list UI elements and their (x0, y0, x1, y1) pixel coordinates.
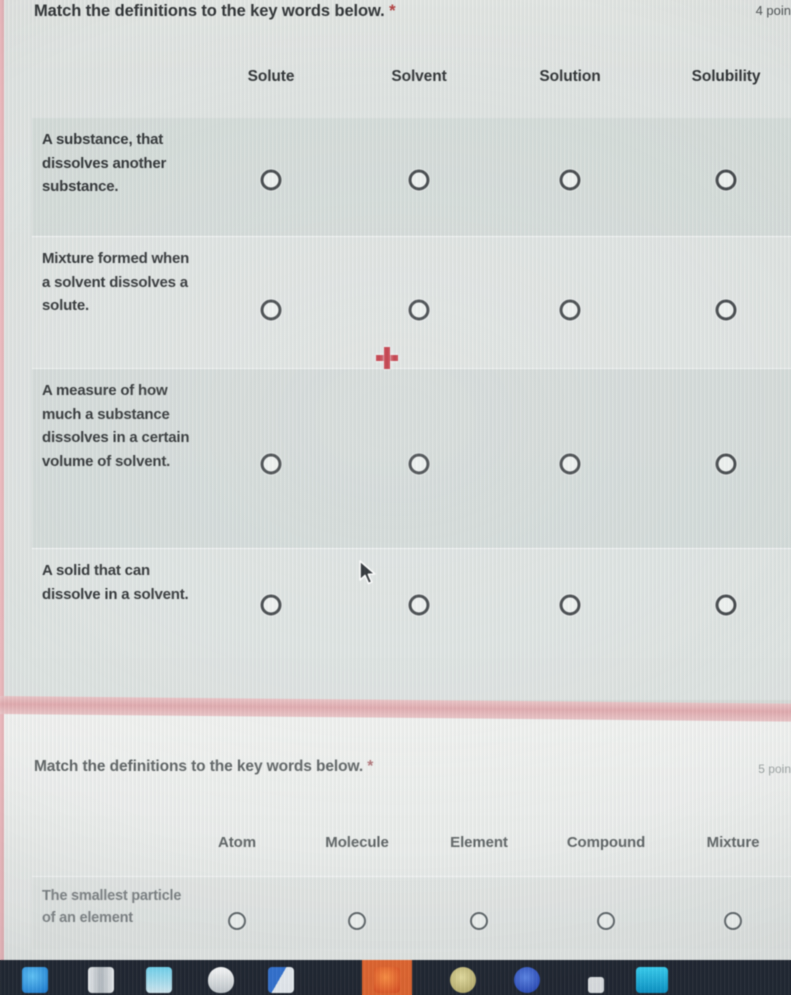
radio-row3-solute[interactable] (260, 453, 282, 475)
taskbar-icon-4[interactable] (208, 967, 234, 993)
taskbar-icon-1[interactable] (22, 967, 48, 993)
taskbar-icon-8[interactable] (514, 967, 540, 993)
radio-row2-solvent[interactable] (408, 299, 430, 321)
radio-q2row1-element[interactable] (470, 912, 488, 930)
taskbar-icon-2[interactable] (88, 967, 114, 993)
radio-row1-solvent[interactable] (408, 169, 430, 191)
question-2-column-headers: Atom Molecule Element Compound Mixture (4, 834, 791, 864)
taskbar-icon-6-active[interactable] (374, 967, 400, 993)
table-row: A substance, that dissolves another subs… (32, 118, 791, 236)
taskbar-icon-9[interactable] (588, 977, 604, 993)
radio-row3-solution[interactable] (559, 453, 581, 475)
taskbar-icon-10[interactable] (636, 967, 668, 993)
table-row: A solid that can dissolve in a solvent. (32, 548, 791, 658)
column-header-molecule: Molecule (325, 834, 389, 851)
column-header-solution: Solution (539, 68, 601, 85)
question-1-matrix: A substance, that dissolves another subs… (32, 118, 791, 658)
radio-q2row1-mixture[interactable] (724, 912, 742, 930)
radio-row2-solute[interactable] (260, 299, 282, 321)
radio-row4-solvent[interactable] (408, 594, 430, 616)
column-header-compound: Compound (566, 834, 646, 851)
column-header-solubility: Solubility (691, 68, 761, 85)
question-1-column-headers: Solute Solvent Solution Solubility (4, 68, 791, 102)
question-2-matrix: The smallest particle of an element (32, 876, 791, 949)
radio-q2row1-compound[interactable] (597, 912, 615, 930)
row-label-2: Mixture formed when a solvent dissolves … (42, 250, 190, 314)
table-row: Mixture formed when a solvent dissolves … (32, 236, 791, 368)
column-header-element: Element (450, 834, 508, 851)
radio-q2row1-atom[interactable] (228, 912, 246, 930)
question-card-1: Match the definitions to the key words b… (0, 0, 791, 700)
column-header-atom: Atom (218, 834, 256, 851)
question-card-2: Match the definitions to the key words b… (0, 712, 791, 960)
quiz-screenshot: Match the definitions to the key words b… (0, 0, 791, 995)
radio-row4-solute[interactable] (260, 594, 282, 616)
taskbar-icon-3[interactable] (146, 967, 172, 993)
required-asterisk-1: * (389, 2, 396, 20)
column-header-solute: Solute (247, 68, 295, 85)
radio-row3-solvent[interactable] (408, 453, 430, 475)
radio-row2-solubility[interactable] (715, 299, 737, 321)
row-label-smallest-particle: The smallest particle of an element (42, 888, 182, 926)
taskbar (0, 960, 791, 995)
radio-q2row1-molecule[interactable] (348, 912, 366, 930)
taskbar-icon-7[interactable] (450, 967, 476, 993)
radio-row2-solution[interactable] (559, 299, 581, 321)
question-1-prompt-text: Match the definitions to the key words b… (34, 2, 385, 20)
question-2-points: 5 poin (758, 762, 791, 776)
table-row: A measure of how much a substance dissol… (32, 368, 791, 548)
row-label-4: A solid that can dissolve in a solvent. (42, 562, 189, 603)
radio-row1-solute[interactable] (260, 169, 282, 191)
radio-row4-solution[interactable] (559, 594, 581, 616)
radio-row1-solubility[interactable] (715, 169, 737, 191)
radio-row3-solubility[interactable] (715, 453, 737, 475)
row-label-1: A substance, that dissolves another subs… (42, 131, 167, 195)
question-1-points: 4 poin (755, 3, 791, 18)
question-2-prompt: Match the definitions to the key words b… (34, 758, 373, 776)
radio-row4-solubility[interactable] (715, 594, 737, 616)
question-2-prompt-text: Match the definitions to the key words b… (34, 758, 364, 775)
column-header-solvent: Solvent (391, 68, 447, 85)
column-header-mixture: Mixture (706, 834, 760, 851)
taskbar-icon-5[interactable] (268, 967, 294, 993)
required-asterisk-2: * (367, 758, 374, 775)
question-1-prompt: Match the definitions to the key words b… (34, 2, 396, 21)
radio-row1-solution[interactable] (559, 169, 581, 191)
row-label-3: A measure of how much a substance dissol… (42, 382, 190, 470)
